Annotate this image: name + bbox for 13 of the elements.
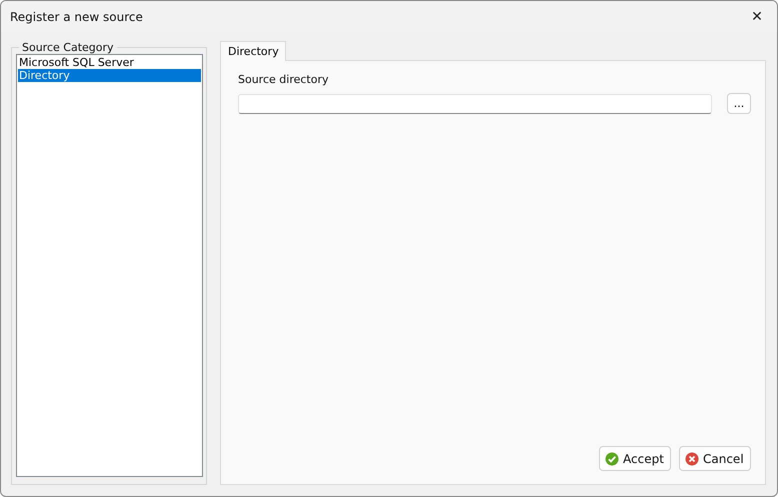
close-icon xyxy=(685,452,699,466)
cancel-button[interactable]: Cancel xyxy=(679,446,751,471)
input-field[interactable] xyxy=(238,94,712,114)
accept-button[interactable]: Accept xyxy=(599,446,671,471)
close-button[interactable]: ✕ xyxy=(737,2,777,32)
check-icon xyxy=(605,452,619,466)
field-label: Source directory xyxy=(238,73,330,86)
window-title: Register a new source xyxy=(10,10,143,24)
group-label: Source Category xyxy=(21,41,115,54)
browse-button[interactable]: ... xyxy=(727,93,751,114)
list-item[interactable]: Microsoft SQL Server xyxy=(18,56,201,69)
tab[interactable]: Directory xyxy=(220,41,286,61)
list-item[interactable]: Directory xyxy=(18,69,201,82)
